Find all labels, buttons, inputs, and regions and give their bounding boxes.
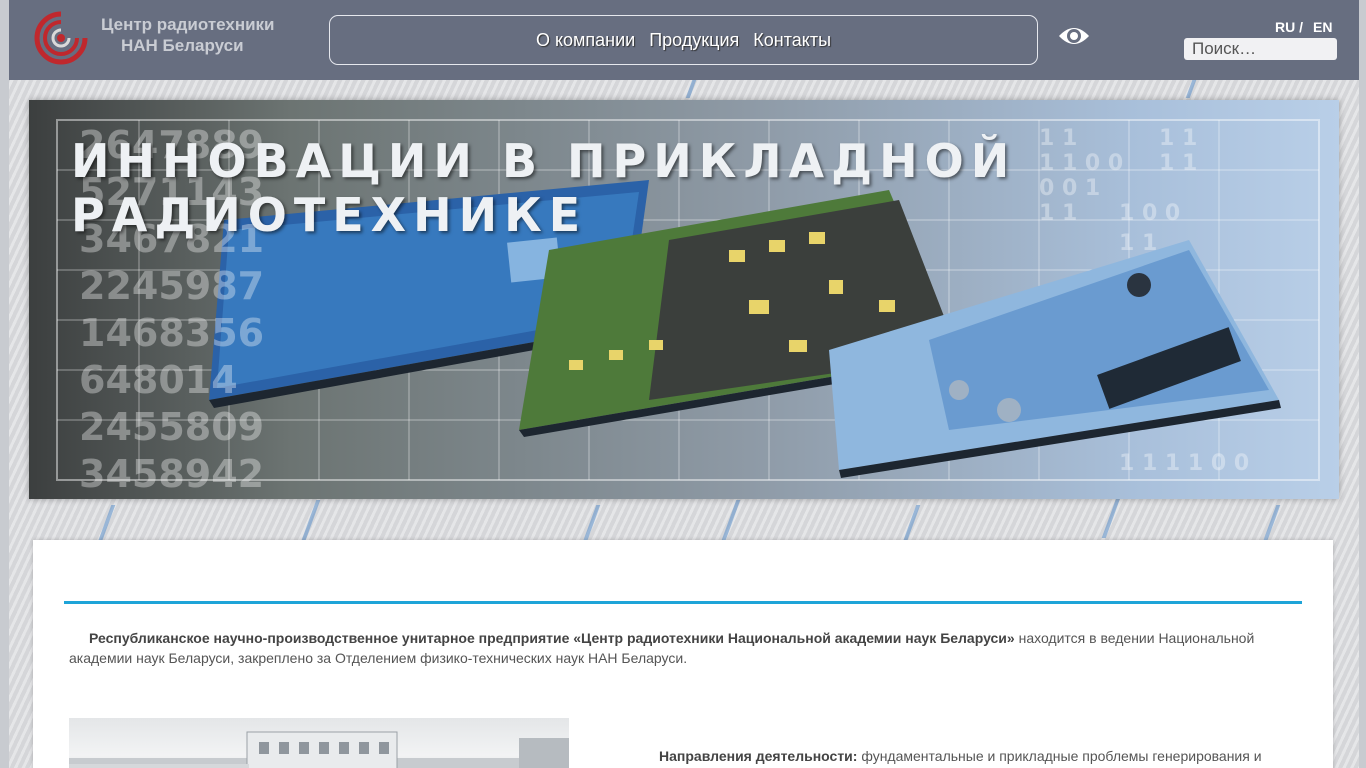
svg-text:1 1: 1 1 <box>1039 126 1077 151</box>
svg-text:1 1 1 1 0 0: 1 1 1 1 0 0 <box>1119 451 1249 476</box>
eye-icon[interactable] <box>1057 22 1091 50</box>
banner-number: 648014 <box>79 358 238 402</box>
directions-text: фундаментальные и прикладные проблемы ге… <box>857 748 1262 764</box>
nav-item-products[interactable]: Продукция <box>649 30 739 51</box>
lang-en-link[interactable]: EN <box>1313 19 1332 35</box>
site-header: Центр радиотехники НАН Беларуси О компан… <box>9 0 1359 80</box>
logo-line-1: Центр радиотехники <box>101 15 275 34</box>
background-streak <box>96 505 116 545</box>
banner-number: 1468356 <box>79 311 265 355</box>
logo-line-2: НАН Беларуси <box>121 36 244 55</box>
background-streak <box>301 500 321 540</box>
svg-text:0 0 1: 0 0 1 <box>1039 176 1100 201</box>
main-nav: О компании Продукция Контакты <box>329 15 1038 65</box>
background-streak <box>1185 80 1197 98</box>
nav-item-contacts[interactable]: Контакты <box>753 30 831 51</box>
nav-item-about[interactable]: О компании <box>536 30 635 51</box>
svg-text:1 1 0 0: 1 1 0 0 <box>1039 151 1123 176</box>
lang-ru-link[interactable]: RU / <box>1275 19 1303 35</box>
intro-paragraph: Республиканское научно-производственное … <box>69 628 1269 668</box>
svg-text:1 1: 1 1 <box>1039 201 1077 226</box>
content-card: Республиканское научно-производственное … <box>33 540 1333 768</box>
hero-banner: 1 11 1 1 1 0 01 1 0 0 11 0 0 1 11 1 1 1 … <box>29 100 1339 499</box>
banner-number: 3458942 <box>79 452 265 496</box>
svg-text:1 1: 1 1 <box>1159 151 1197 176</box>
banner-title-line-2: РАДИОТЕХНИКЕ <box>71 188 588 242</box>
search-input[interactable] <box>1184 38 1337 60</box>
intro-bold-text: Республиканское научно-производственное … <box>89 630 1015 646</box>
page-frame: Центр радиотехники НАН Беларуси О компан… <box>9 0 1359 768</box>
logo-text[interactable]: Центр радиотехники НАН Беларуси <box>101 14 275 56</box>
language-switcher: RU / EN <box>1275 19 1332 35</box>
svg-text:1 1: 1 1 <box>1159 126 1197 151</box>
background-streak <box>685 80 697 98</box>
background-streak <box>901 505 921 545</box>
background-streak <box>1261 505 1281 545</box>
section-divider <box>64 601 1302 604</box>
banner-number: 2245987 <box>79 264 265 308</box>
directions-bold-text: Направления деятельности: <box>659 748 858 764</box>
banner-title-line-1: ИННОВАЦИИ В ПРИКЛАДНОЙ <box>71 134 1017 188</box>
background-streak <box>581 505 601 545</box>
banner-number: 2455809 <box>79 405 265 449</box>
background-streak <box>721 500 741 540</box>
directions-paragraph: Направления деятельности: фундаментальны… <box>659 746 1299 766</box>
background-streak <box>1101 498 1121 538</box>
banner-title: ИННОВАЦИИ В ПРИКЛАДНОЙ РАДИОТЕХНИКЕ <box>71 134 1016 242</box>
svg-text:1 0 0: 1 0 0 <box>1119 201 1180 226</box>
building-photo <box>69 718 569 768</box>
logo-icon[interactable] <box>31 8 91 68</box>
